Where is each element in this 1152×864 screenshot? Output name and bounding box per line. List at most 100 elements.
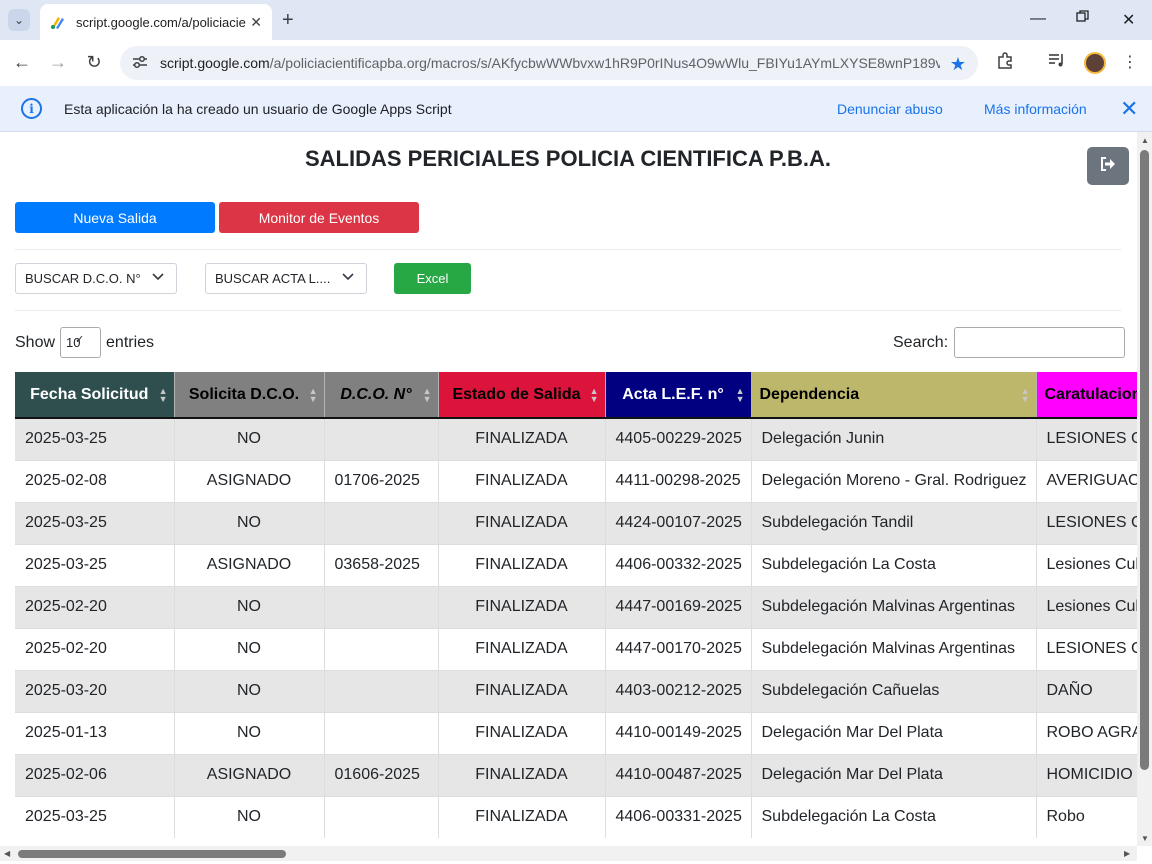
excel-export-button[interactable]: Excel xyxy=(394,263,471,294)
search-input[interactable] xyxy=(954,327,1126,358)
scroll-down-arrow-icon[interactable]: ▼ xyxy=(1141,834,1149,843)
column-header[interactable]: Fecha Solicitud ▲ ▼ xyxy=(15,372,175,419)
site-info-icon[interactable] xyxy=(132,55,150,72)
table-row[interactable]: 2025-02-08 ASIGNADO 01706-2025 FINALIZADA 44… xyxy=(15,459,1137,502)
table-cell: 4447-00169-2025 xyxy=(605,585,752,628)
table-cell: Delegación Moreno - Gral. Rodriguez xyxy=(751,459,1037,502)
forward-arrow-icon[interactable]: → xyxy=(47,52,69,73)
table-row[interactable]: 2025-01-13 NO FINALIZADA 4410-00149-2025 Del… xyxy=(15,711,1137,754)
tab-title: script.google.com/a/policiacien xyxy=(76,14,246,30)
table-row[interactable]: 2025-03-25 NO FINALIZADA 4406-00331-2025 Sub… xyxy=(15,795,1137,838)
column-header-label: Estado de Salida xyxy=(452,385,581,403)
entries-label: entries xyxy=(106,333,155,351)
table-cell: ASIGNADO xyxy=(174,543,325,586)
table-cell: NO xyxy=(174,585,325,628)
table-cell: Subdelegación Tandil xyxy=(751,501,1037,544)
maximize-icon[interactable] xyxy=(1076,10,1089,28)
column-header[interactable]: D.C.O. N° ▲ ▼ xyxy=(324,372,439,419)
table-row[interactable]: 2025-02-20 NO FINALIZADA 4447-00170-2025 Sub… xyxy=(15,627,1137,670)
table-cell: 2025-02-20 xyxy=(15,627,175,670)
show-label: Show xyxy=(15,333,56,351)
scroll-right-arrow-icon[interactable]: ▶ xyxy=(1124,849,1130,858)
table-cell: 4405-00229-2025 xyxy=(605,417,752,460)
table-cell: FINALIZADA xyxy=(438,543,606,586)
scroll-up-arrow-icon[interactable]: ▲ xyxy=(1141,136,1149,145)
table-cell: 4406-00332-2025 xyxy=(605,543,752,586)
table-cell xyxy=(324,627,439,670)
profile-avatar[interactable] xyxy=(1084,52,1106,74)
back-arrow-icon[interactable]: ← xyxy=(11,52,33,73)
search-label: Search: xyxy=(893,333,949,351)
column-header[interactable]: Dependencia ▲ ▼ xyxy=(751,372,1037,419)
table-cell: 4447-00170-2025 xyxy=(605,627,752,670)
tab-list-chevron-icon[interactable]: ⌄ xyxy=(8,9,30,31)
column-header[interactable]: Caratulacion xyxy=(1036,372,1138,419)
browser-tab[interactable]: script.google.com/a/policiacien ✕ xyxy=(40,4,272,40)
new-exit-button[interactable]: Nueva Salida xyxy=(15,202,215,233)
table-cell: 4410-00487-2025 xyxy=(605,753,752,796)
table-cell: 01606-2025 xyxy=(324,753,439,796)
horizontal-scroll-thumb[interactable] xyxy=(18,850,286,858)
table-row[interactable]: 2025-02-20 NO FINALIZADA 4447-00169-2025 Sub… xyxy=(15,585,1137,628)
table-cell: FINALIZADA xyxy=(438,585,606,628)
table-cell: LESIONES CU xyxy=(1036,417,1137,460)
table-row[interactable]: 2025-03-20 NO FINALIZADA 4403-00212-2025 Sub… xyxy=(15,669,1137,712)
entries-length-select[interactable]: 10 ✓ xyxy=(60,327,102,358)
divider xyxy=(15,310,1121,311)
column-header[interactable]: Solicita D.C.O. ▲ ▼ xyxy=(174,372,325,419)
url-path: /a/policiacientificapba.org/macros/s/AKf… xyxy=(269,55,940,71)
extensions-icon[interactable] xyxy=(994,52,1016,75)
info-icon: i xyxy=(21,98,42,119)
table-cell: Subdelegación La Costa xyxy=(751,543,1037,586)
column-header-label: Fecha Solicitud xyxy=(30,385,149,403)
acta-filter-select[interactable]: BUSCAR ACTA L.... xyxy=(205,263,367,294)
page-content: SALIDAS PERICIALES POLICIA CIENTIFICA P.… xyxy=(0,132,1152,864)
more-info-link[interactable]: Más información xyxy=(984,101,1087,117)
table-cell: FINALIZADA xyxy=(438,711,606,754)
page-title: SALIDAS PERICIALES POLICIA CIENTIFICA P.… xyxy=(304,146,831,171)
apps-script-favicon-icon xyxy=(50,14,66,30)
table-cell: Subdelegación La Costa xyxy=(751,795,1037,838)
tab-close-icon[interactable]: ✕ xyxy=(250,14,262,31)
address-bar[interactable]: script.google.com/a/policiacientificapba… xyxy=(120,46,978,80)
dco-filter-select[interactable]: BUSCAR D.C.O. N° xyxy=(15,263,177,294)
exits-table: Fecha Solicitud ▲ ▼ Solicita D.C.O. ▲ ▼ D.C.O.… xyxy=(15,372,1137,838)
table-cell: FINALIZADA xyxy=(438,417,606,460)
scroll-left-arrow-icon[interactable]: ◀ xyxy=(4,849,10,858)
chevron-down-icon xyxy=(342,270,354,284)
column-header-label: Caratulacion xyxy=(1044,385,1138,403)
event-monitor-button[interactable]: Monitor de Eventos xyxy=(219,202,419,233)
report-abuse-link[interactable]: Denunciar abuso xyxy=(837,101,943,117)
media-queue-icon[interactable] xyxy=(1046,52,1068,73)
table-cell: HOMICIDIO xyxy=(1036,753,1137,796)
browser-tab-bar: ⌄ script.google.com/a/policiacien ✕ + — … xyxy=(0,0,1152,40)
table-cell: NO xyxy=(174,669,325,712)
logout-button[interactable] xyxy=(1087,147,1129,185)
infobar-close-icon[interactable]: ✕ xyxy=(1120,96,1138,122)
table-cell: Subdelegación Malvinas Argentinas xyxy=(751,627,1037,670)
table-row[interactable]: 2025-03-25 NO FINALIZADA 4405-00229-2025 Del… xyxy=(15,417,1137,460)
new-tab-button[interactable]: + xyxy=(282,9,294,31)
table-cell: FINALIZADA xyxy=(438,753,606,796)
reload-icon[interactable]: ↻ xyxy=(83,52,105,73)
column-header-label: Solicita D.C.O. xyxy=(188,385,300,403)
apps-script-info-bar: i Esta aplicación la ha creado un usuari… xyxy=(0,86,1152,132)
column-header[interactable]: Estado de Salida ▲ ▼ xyxy=(438,372,606,419)
sort-arrows-icon: ▲ ▼ xyxy=(589,386,599,404)
table-row[interactable]: 2025-02-06 ASIGNADO 01606-2025 FINALIZADA 44… xyxy=(15,753,1137,796)
horizontal-scrollbar[interactable]: ◀ ▶ xyxy=(0,846,1137,861)
chrome-menu-icon[interactable]: ⋮ xyxy=(1119,52,1141,72)
table-cell: 2025-03-20 xyxy=(15,669,175,712)
vertical-scrollbar[interactable]: ▲ ▼ xyxy=(1137,132,1152,846)
column-header[interactable]: Acta L.E.F. n° ▲ ▼ xyxy=(605,372,752,419)
minimize-icon[interactable]: — xyxy=(1030,10,1046,28)
table-cell: NO xyxy=(174,795,325,838)
table-row[interactable]: 2025-03-25 ASIGNADO 03658-2025 FINALIZADA 44… xyxy=(15,543,1137,586)
table-row[interactable]: 2025-03-25 NO FINALIZADA 4424-00107-2025 Sub… xyxy=(15,501,1137,544)
entries-length-control: Show 10 ✓ entries xyxy=(15,327,154,358)
table-cell: DAÑO xyxy=(1036,669,1137,712)
table-header-row: Fecha Solicitud ▲ ▼ Solicita D.C.O. ▲ ▼ D.C.O.… xyxy=(15,372,1138,419)
bookmark-star-icon[interactable]: ★ xyxy=(950,54,966,75)
window-close-icon[interactable]: ✕ xyxy=(1122,10,1135,30)
vertical-scroll-thumb[interactable] xyxy=(1140,150,1149,770)
